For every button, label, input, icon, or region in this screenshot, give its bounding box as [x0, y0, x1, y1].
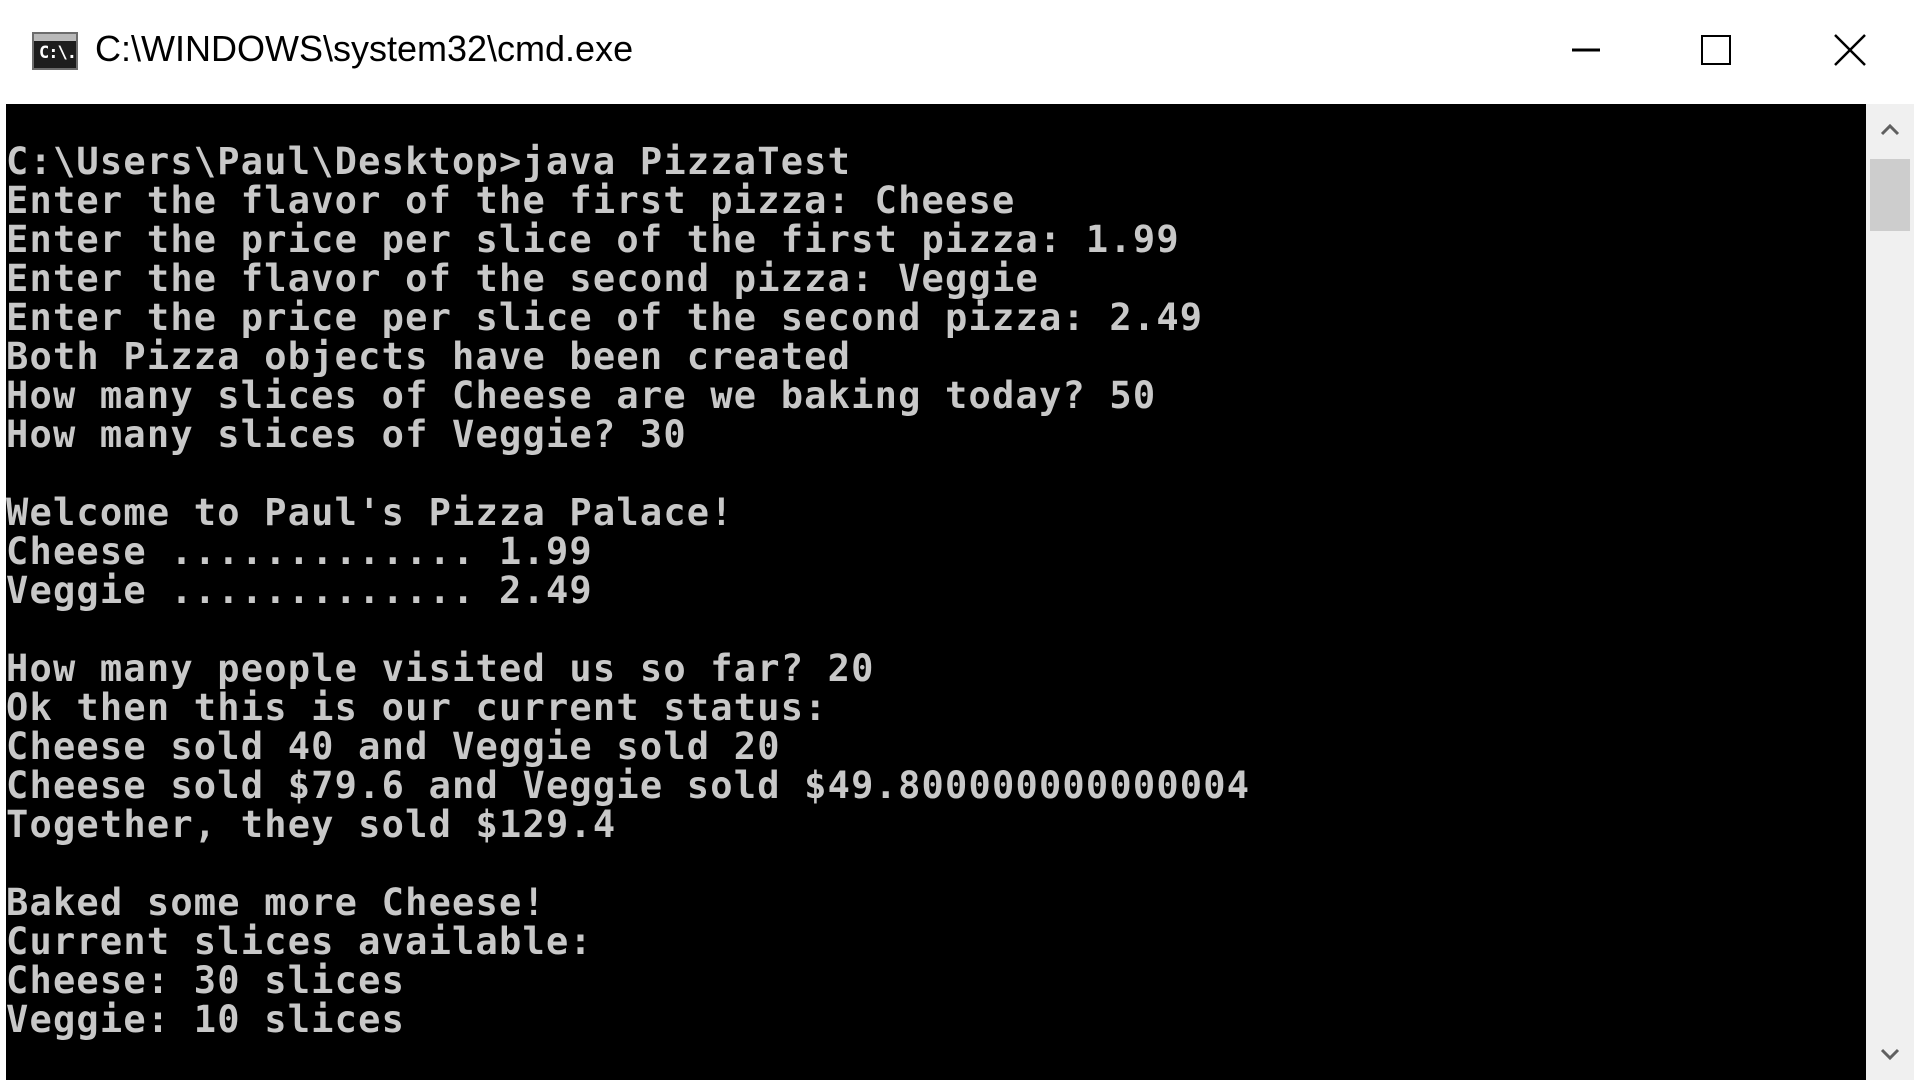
window-title: C:\WINDOWS\system32\cmd.exe — [95, 28, 634, 69]
cmd-window: C:\. C:\WINDOWS\system32\cmd.exe C:\User… — [0, 0, 1920, 1080]
minimize-icon — [1572, 48, 1600, 52]
window-border — [1914, 0, 1920, 1080]
chevron-up-icon — [1880, 123, 1900, 136]
icon-title-strip — [34, 34, 76, 41]
chevron-down-icon — [1880, 1048, 1900, 1061]
console-output-area[interactable]: C:\Users\Paul\Desktop>java PizzaTest Ent… — [6, 104, 1866, 1080]
maximize-icon — [1701, 35, 1731, 65]
minimize-button[interactable] — [1520, 0, 1652, 100]
scroll-down-button[interactable] — [1866, 1030, 1914, 1080]
console-text[interactable]: C:\Users\Paul\Desktop>java PizzaTest Ent… — [6, 142, 1250, 1039]
close-button[interactable] — [1784, 0, 1916, 100]
maximize-button[interactable] — [1652, 0, 1784, 100]
cmd-console-icon[interactable]: C:\. — [32, 32, 78, 70]
icon-text: C:\. — [39, 43, 77, 63]
scroll-up-button[interactable] — [1866, 104, 1914, 154]
close-icon — [1834, 34, 1866, 66]
scroll-thumb[interactable] — [1870, 159, 1910, 231]
title-bar[interactable]: C:\. C:\WINDOWS\system32\cmd.exe — [0, 0, 1920, 104]
vertical-scrollbar[interactable] — [1866, 104, 1914, 1080]
